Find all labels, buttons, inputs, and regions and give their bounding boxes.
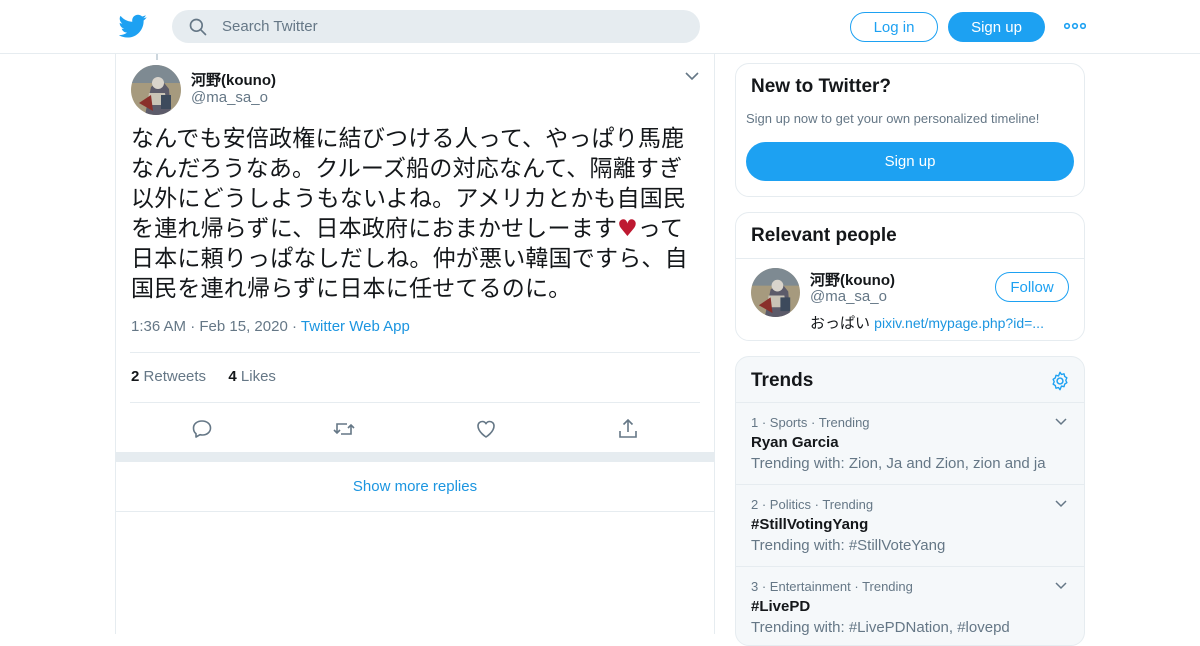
trend-rank: 3 — [751, 579, 759, 594]
trend-item[interactable]: 3 · Entertainment · Trending #LivePD Tre… — [736, 566, 1084, 645]
divider — [130, 402, 700, 403]
tweet-stats: 2 Retweets 4 Likes — [131, 368, 276, 385]
chevron-down-icon[interactable] — [1054, 499, 1068, 509]
trend-name[interactable]: #LivePD — [751, 598, 810, 615]
person-bio: おっぱい pixiv.net/mypage.php?id=... — [810, 312, 1044, 333]
source-app-link[interactable]: Twitter Web App — [301, 318, 410, 335]
tweet-column: 河野(kouno) @ma_sa_o なんでも安倍政権に結びつける人って、やっぱ… — [115, 54, 715, 634]
retweets-stat[interactable]: 2 Retweets — [131, 368, 206, 385]
section-separator — [116, 452, 714, 462]
trend-item[interactable]: 2 · Politics · Trending #StillVotingYang… — [736, 484, 1084, 566]
likes-label: Likes — [240, 368, 276, 385]
search-icon — [189, 18, 207, 36]
trend-category: Sports — [769, 415, 808, 430]
chevron-down-icon[interactable] — [1054, 581, 1068, 591]
trend-item[interactable]: 1 · Sports · Trending Ryan Garcia Trendi… — [736, 402, 1084, 484]
tweet-text: なんでも安倍政権に結びつける人って、やっぱり馬鹿なんだろうなあ。クルーズ船の対応… — [131, 124, 703, 304]
retweets-label: Retweets — [143, 368, 207, 385]
new-to-twitter-title: New to Twitter? — [751, 76, 892, 97]
tweet-time: 1:36 AM — [131, 318, 187, 335]
meta-separator: · — [291, 318, 301, 335]
trend-rank: 1 — [751, 415, 759, 430]
avatar[interactable] — [131, 65, 181, 115]
chevron-down-icon[interactable] — [684, 70, 700, 82]
trend-with: Trending with: #LivePDNation, #lovepd — [751, 619, 1010, 636]
trend-meta: 1 · Sports · Trending — [751, 415, 870, 430]
likes-count: 4 — [228, 368, 237, 385]
thread-line — [156, 54, 158, 60]
heart-emoji: ♥ — [617, 216, 638, 242]
sidebar-signup-button[interactable]: Sign up — [746, 142, 1074, 181]
relevant-people-card: Relevant people 河野(kouno) @ma_sa_o Follo… — [735, 212, 1085, 341]
trend-name[interactable]: #StillVotingYang — [751, 516, 868, 533]
bio-link[interactable]: pixiv.net/mypage.php?id=... — [874, 315, 1044, 331]
trend-status: Trending — [822, 497, 874, 512]
trend-status: Trending — [818, 415, 870, 430]
tweet-date: Feb 15, 2020 — [199, 318, 288, 335]
new-to-twitter-subtitle: Sign up now to get your own personalized… — [746, 111, 1040, 126]
follow-button[interactable]: Follow — [995, 272, 1069, 302]
avatar-image — [751, 268, 800, 317]
signup-button[interactable]: Sign up — [948, 12, 1045, 42]
top-bar: Log in Sign up — [0, 0, 1200, 54]
bio-text: おっぱい — [810, 315, 875, 332]
trends-title: Trends — [751, 370, 814, 391]
author-handle[interactable]: @ma_sa_o — [191, 89, 268, 106]
tweet-meta: 1:36 AM · Feb 15, 2020 · Twitter Web App — [131, 318, 410, 335]
likes-stat[interactable]: 4 Likes — [228, 368, 276, 385]
share-icon[interactable] — [616, 417, 640, 441]
gear-icon[interactable] — [1049, 370, 1071, 392]
retweet-icon[interactable] — [332, 417, 356, 441]
trend-meta: 3 · Entertainment · Trending — [751, 579, 913, 594]
divider — [736, 258, 1084, 259]
person-handle[interactable]: @ma_sa_o — [810, 288, 887, 305]
trend-name[interactable]: Ryan Garcia — [751, 434, 839, 451]
more-dots-icon[interactable] — [1064, 18, 1086, 34]
twitter-bird-icon[interactable] — [119, 12, 147, 40]
new-to-twitter-card: New to Twitter? Sign up now to get your … — [735, 63, 1085, 197]
show-more-replies-link[interactable]: Show more replies — [116, 462, 714, 512]
trend-rank: 2 — [751, 497, 759, 512]
divider — [130, 352, 700, 353]
search-box[interactable] — [172, 10, 700, 43]
avatar-image — [131, 65, 181, 115]
trends-card: Trends 1 · Sports · Trending Ryan Garcia… — [735, 356, 1085, 646]
person-name[interactable]: 河野(kouno) — [810, 269, 895, 290]
like-icon[interactable] — [474, 417, 498, 441]
relevant-people-title: Relevant people — [751, 225, 897, 246]
search-input[interactable] — [222, 10, 682, 43]
chevron-down-icon[interactable] — [1054, 417, 1068, 427]
author-name[interactable]: 河野(kouno) — [191, 69, 276, 90]
trend-category: Entertainment — [769, 579, 851, 594]
login-button[interactable]: Log in — [850, 12, 938, 42]
reply-icon[interactable] — [190, 417, 214, 441]
tweet-text-part-1: なんでも安倍政権に結びつける人って、やっぱり馬鹿なんだろうなあ。クルーズ船の対応… — [131, 126, 687, 242]
avatar[interactable] — [751, 268, 800, 317]
trend-with: Trending with: Zion, Ja and Zion, zion a… — [751, 455, 1046, 472]
retweets-count: 2 — [131, 368, 140, 385]
meta-separator: · — [190, 318, 200, 335]
trend-with: Trending with: #StillVoteYang — [751, 537, 946, 554]
trend-category: Politics — [769, 497, 811, 512]
trend-meta: 2 · Politics · Trending — [751, 497, 874, 512]
trend-status: Trending — [862, 579, 913, 594]
